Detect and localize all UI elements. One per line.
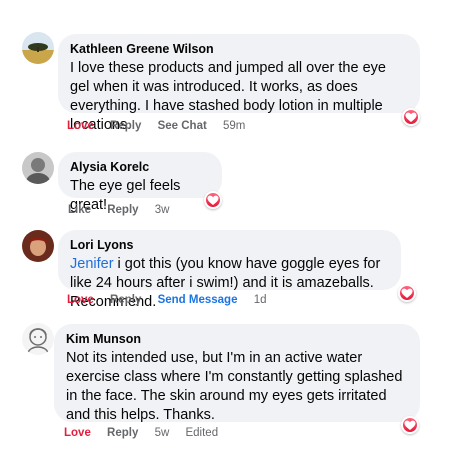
comment-bubble: Alysia Korelc The eye gel feels great! [58, 152, 222, 213]
love-button[interactable]: Love [64, 427, 91, 439]
comment-actions: Like Reply 3w [68, 203, 182, 217]
love-button[interactable]: Love [67, 294, 94, 306]
mention-link[interactable]: Jenifer [70, 256, 114, 272]
comment-thread: Kathleen Greene Wilson I love these prod… [0, 0, 460, 460]
reaction-badge[interactable] [398, 284, 416, 302]
reaction-badge[interactable] [401, 416, 419, 434]
heart-icon [405, 112, 417, 122]
comment-bubble: Kathleen Greene Wilson I love these prod… [58, 34, 420, 133]
avatar[interactable] [22, 32, 54, 64]
comment-bubble: Lori Lyons Jenifer i got this (you know … [58, 230, 401, 310]
comment-text: Not its intended use, but I'm in an acti… [66, 350, 403, 423]
comment-author[interactable]: Kim Munson [66, 331, 408, 347]
send-message-button[interactable]: Send Message [158, 294, 238, 306]
comment-timestamp[interactable]: 5w [155, 427, 170, 439]
comment-author[interactable]: Lori Lyons [70, 237, 389, 253]
comment-actions: Love Reply 5w Edited [64, 426, 231, 440]
edited-label: Edited [185, 427, 219, 439]
comment-timestamp[interactable]: 59m [223, 120, 245, 132]
reply-button[interactable]: Reply [110, 294, 141, 306]
reply-button[interactable]: Reply [107, 427, 138, 439]
comment-timestamp[interactable]: 3w [155, 204, 170, 216]
see-chat-button[interactable]: See Chat [158, 120, 207, 132]
comment-actions: Love Reply Send Message 1d [67, 293, 279, 307]
like-button[interactable]: Like [68, 204, 91, 216]
avatar[interactable] [22, 230, 54, 262]
avatar[interactable] [22, 323, 54, 355]
avatar[interactable] [22, 152, 54, 184]
heart-icon [401, 288, 413, 298]
comment-author[interactable]: Alysia Korelc [70, 159, 210, 175]
comment-actions: Love Reply See Chat 59m [67, 119, 258, 133]
heart-icon [404, 420, 416, 430]
heart-icon [207, 195, 219, 205]
reply-button[interactable]: Reply [107, 204, 138, 216]
comment-timestamp[interactable]: 1d [254, 294, 267, 306]
reply-button[interactable]: Reply [110, 120, 141, 132]
comment-bubble: Kim Munson Not its intended use, but I'm… [54, 324, 420, 423]
reaction-badge[interactable] [402, 108, 420, 126]
reaction-badge[interactable] [204, 191, 222, 209]
love-button[interactable]: Love [67, 120, 94, 132]
comment-author[interactable]: Kathleen Greene Wilson [70, 41, 408, 57]
